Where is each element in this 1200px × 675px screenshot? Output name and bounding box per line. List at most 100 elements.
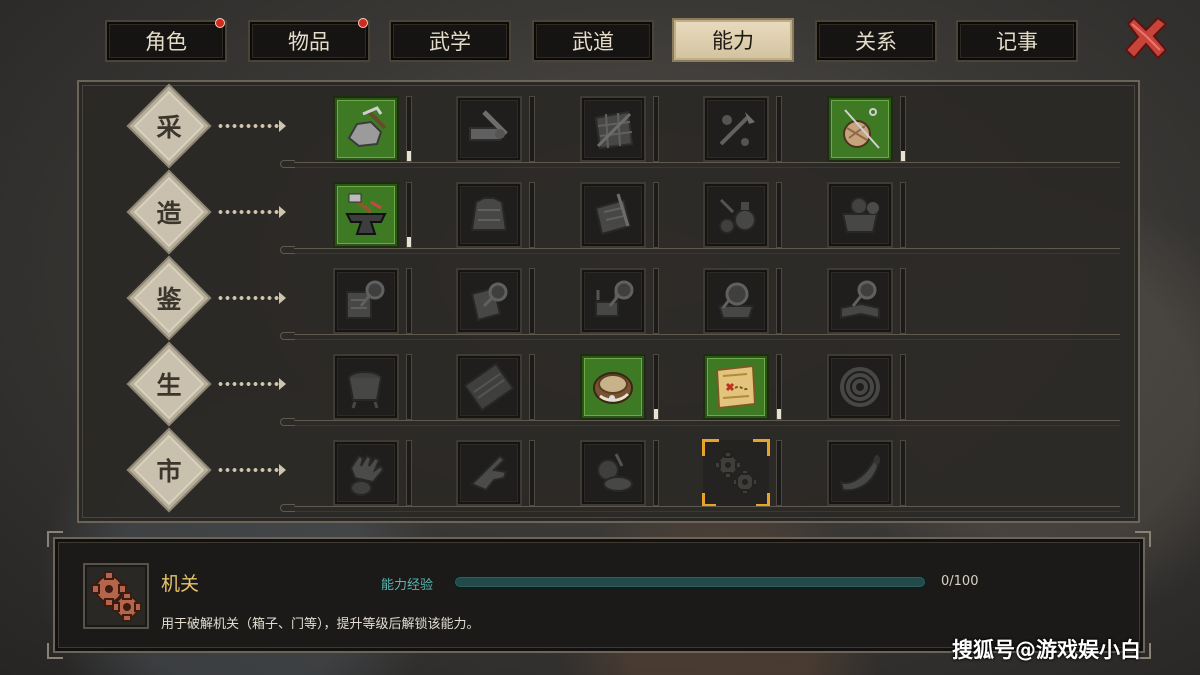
ability-level-bar bbox=[776, 182, 782, 248]
rope-basket-icon bbox=[593, 372, 633, 404]
exp-value: 0/100 bbox=[941, 574, 979, 589]
fishing-net-icon bbox=[594, 110, 634, 150]
ability-level-bar bbox=[406, 354, 412, 420]
ability-slot[interactable] bbox=[333, 440, 399, 506]
ability-row: 造 bbox=[79, 168, 1138, 255]
ability-row: 生 bbox=[79, 340, 1138, 427]
tab-label: 角色 bbox=[145, 30, 187, 54]
ability-level-bar bbox=[900, 354, 906, 420]
horn-icon bbox=[839, 455, 881, 492]
exp-label: 能力经验 bbox=[381, 578, 434, 593]
ability-slot[interactable] bbox=[456, 440, 522, 506]
ability-level-bar bbox=[653, 96, 659, 162]
ability-level-fill bbox=[407, 151, 411, 161]
exp-progress-bar bbox=[453, 575, 927, 589]
ability-slot[interactable] bbox=[456, 96, 522, 162]
ability-slot[interactable] bbox=[333, 354, 399, 420]
ability-slot[interactable] bbox=[827, 96, 893, 162]
ability-slot[interactable] bbox=[703, 354, 769, 420]
tab-label: 能力 bbox=[712, 29, 754, 53]
ability-slot[interactable] bbox=[827, 182, 893, 248]
notification-badge bbox=[215, 18, 225, 28]
ability-slot[interactable] bbox=[456, 182, 522, 248]
magnifier-relic-icon bbox=[717, 282, 755, 319]
ability-slot[interactable] bbox=[456, 354, 522, 420]
ability-level-bar bbox=[653, 268, 659, 334]
ability-slot[interactable] bbox=[580, 96, 646, 162]
tab-character[interactable]: 角色 bbox=[105, 18, 227, 62]
ability-level-bar bbox=[776, 354, 782, 420]
panel-corner bbox=[47, 643, 63, 659]
ability-level-bar bbox=[776, 440, 782, 506]
herb-hoe-icon bbox=[719, 112, 755, 146]
ability-slot[interactable] bbox=[580, 440, 646, 506]
magnifier-scroll-icon bbox=[346, 280, 385, 319]
saw-log-icon bbox=[469, 110, 508, 141]
ability-level-bar bbox=[406, 182, 412, 248]
ability-level-bar bbox=[900, 440, 906, 506]
tab-martial-way[interactable]: 武道 bbox=[532, 20, 654, 62]
notification-badge bbox=[358, 18, 368, 28]
ability-level-bar bbox=[406, 96, 412, 162]
ability-slot[interactable] bbox=[580, 354, 646, 420]
selected-ability-icon bbox=[83, 563, 149, 629]
gourd-bowl-icon bbox=[597, 453, 633, 492]
cauldron-icon bbox=[348, 371, 382, 409]
pointing-hand-icon bbox=[470, 454, 508, 492]
dotted-arrow bbox=[217, 292, 286, 304]
magnifier-armor-icon bbox=[470, 282, 508, 322]
cooking-pot-icon bbox=[841, 197, 879, 233]
pickaxe-ore-icon bbox=[347, 106, 387, 148]
panel-corner bbox=[47, 531, 63, 547]
ability-level-bar bbox=[529, 268, 535, 334]
tab-label: 武学 bbox=[429, 30, 471, 54]
ability-slot[interactable] bbox=[333, 182, 399, 248]
alchemy-pots-icon bbox=[719, 198, 756, 234]
ability-slot[interactable] bbox=[456, 268, 522, 334]
ability-level-fill bbox=[777, 409, 781, 419]
tab-relations[interactable]: 关系 bbox=[815, 20, 937, 62]
scroll-brush-icon bbox=[594, 193, 632, 236]
ability-level-bar bbox=[776, 96, 782, 162]
category-label: 采 bbox=[156, 113, 182, 142]
ability-slot[interactable] bbox=[333, 96, 399, 162]
ability-level-bar bbox=[406, 440, 412, 506]
category-label: 生 bbox=[156, 371, 182, 400]
panel-corner bbox=[1135, 531, 1151, 547]
watermark: 搜狐号@游戏娱小白 bbox=[952, 638, 1141, 662]
close-icon bbox=[1124, 16, 1168, 60]
treasure-map-icon bbox=[715, 364, 757, 410]
ability-slot[interactable] bbox=[580, 182, 646, 248]
tab-martial-arts[interactable]: 武学 bbox=[389, 20, 511, 62]
ability-row: 鉴 bbox=[79, 254, 1138, 341]
tab-abilities[interactable]: 能力 bbox=[672, 18, 794, 62]
ability-slot[interactable] bbox=[703, 96, 769, 162]
tab-journal[interactable]: 记事 bbox=[956, 20, 1078, 62]
ability-slot[interactable] bbox=[333, 268, 399, 334]
anvil-hammer-icon bbox=[345, 193, 387, 235]
ability-level-bar bbox=[529, 96, 535, 162]
ability-slot[interactable] bbox=[703, 268, 769, 334]
ability-slot[interactable] bbox=[827, 440, 893, 506]
ability-slot[interactable] bbox=[703, 182, 769, 248]
ability-slot[interactable] bbox=[827, 354, 893, 420]
gears-mechanism-icon bbox=[91, 571, 142, 622]
ability-level-bar bbox=[529, 440, 535, 506]
ability-slot[interactable] bbox=[580, 268, 646, 334]
coiled-rope-icon bbox=[840, 367, 880, 407]
ability-slot[interactable] bbox=[827, 268, 893, 334]
ability-level-bar bbox=[653, 440, 659, 506]
category-label: 造 bbox=[156, 199, 182, 228]
category-label: 鉴 bbox=[156, 285, 182, 314]
ability-grid-panel: 采造鉴生市 bbox=[77, 80, 1140, 523]
selected-ability-name: 机关 bbox=[161, 573, 200, 595]
tab-label: 物品 bbox=[288, 30, 330, 54]
magnifier-weapon-icon bbox=[595, 280, 634, 317]
ability-level-bar bbox=[900, 96, 906, 162]
dotted-arrow bbox=[217, 378, 286, 390]
magnifier-book-icon bbox=[840, 280, 880, 320]
ability-slot[interactable] bbox=[702, 439, 770, 507]
dotted-arrow bbox=[217, 206, 286, 218]
close-button[interactable] bbox=[1122, 14, 1170, 62]
tab-items[interactable]: 物品 bbox=[248, 18, 370, 62]
